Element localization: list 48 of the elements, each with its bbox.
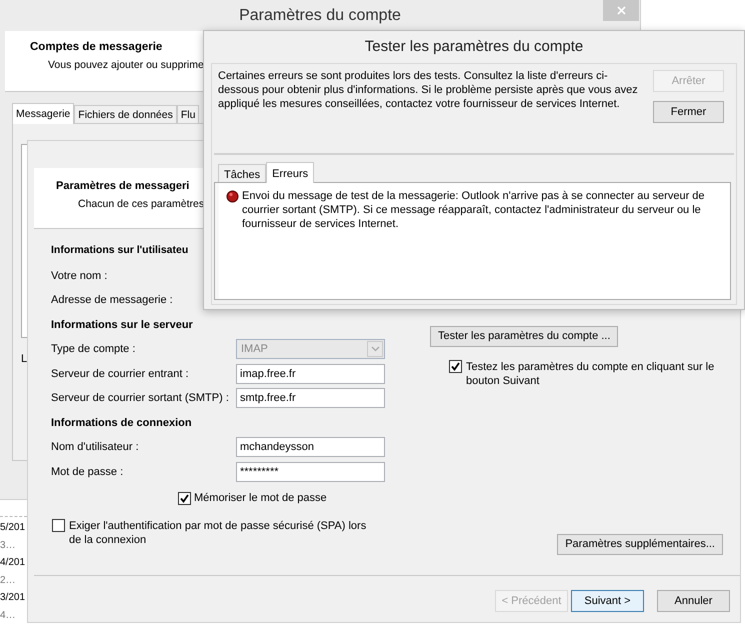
test-settings-button[interactable]: Tester les paramètres du compte ... xyxy=(430,326,618,347)
dialog-title: Tester les paramètres du compte xyxy=(364,36,584,57)
error-icon xyxy=(226,190,239,203)
field-label: Type de compte : xyxy=(51,342,136,357)
message-preview: 4… xyxy=(0,608,16,622)
chevron-down-icon xyxy=(370,346,380,352)
checkbox-label: Exiger l'authentification par mot de passe sécurisé (SPA) lors de la connexion xyxy=(69,518,368,546)
dialog-button[interactable]: Annuler xyxy=(657,590,730,612)
input-field[interactable]: mchandeysson xyxy=(236,437,385,458)
message-date: 4/201 xyxy=(0,556,26,570)
message-preview: 2… xyxy=(0,574,16,588)
tab[interactable]: Flu xyxy=(176,105,200,123)
field-label: Serveur de courrier entrant : xyxy=(51,366,190,382)
tab[interactable]: Erreurs xyxy=(266,162,314,183)
section-heading: Informations sur l'utilisateu xyxy=(51,243,188,258)
tab[interactable]: Messagerie xyxy=(12,103,74,124)
checkbox-label: Mémoriser le mot de passe xyxy=(194,491,327,506)
field-label: Serveur de courrier sortant (SMTP) : xyxy=(51,391,230,406)
dialog-button[interactable]: Suivant > xyxy=(571,590,644,612)
tab[interactable]: Fichiers de données xyxy=(74,105,177,123)
message-date: 5/201 xyxy=(0,521,26,535)
field-label: Nom d'utilisateur : xyxy=(51,440,140,455)
checkbox[interactable] xyxy=(52,518,65,532)
section-description: Vous pouvez ajouter ou supprime xyxy=(48,58,204,74)
message-preview: 3… xyxy=(0,538,16,552)
section-description: Chacun de ces paramètres xyxy=(78,196,204,212)
error-message: Envoi du message de test de la messagerie: Outlook n'arrive pas à se connecter au serveur de courrier sortant (SMTP). Si ce message réapparaît, contactez l'administrateur du serveur ou le fournisseur de services Internet. xyxy=(242,189,706,231)
checkbox-label: Testez les paramètres du compte en cliquant sur le bouton Suivant xyxy=(466,360,716,388)
field-label: Votre nom : xyxy=(51,268,108,284)
input-field[interactable]: ********* xyxy=(236,462,385,482)
dialog-button[interactable]: Fermer xyxy=(653,101,724,123)
close-icon xyxy=(616,6,626,15)
tab[interactable]: Tâches xyxy=(218,164,266,182)
checkbox[interactable] xyxy=(449,360,462,373)
field-label: Mot de passe : xyxy=(51,464,124,480)
message-date: 3/201 xyxy=(0,591,26,605)
window-title: Paramètres du compte xyxy=(239,6,401,26)
input-field[interactable]: imap.free.fr xyxy=(236,364,385,384)
section-heading: Informations de connexion xyxy=(51,416,192,430)
section-title: Paramètres de messageri xyxy=(56,179,190,194)
input-field[interactable]: smtp.free.fr xyxy=(236,388,385,408)
checkbox[interactable] xyxy=(178,492,191,505)
section-heading: Informations sur le serveur xyxy=(51,318,193,332)
section-title: Comptes de messagerie xyxy=(30,40,162,55)
status-message: Certaines erreurs se sont produites lors des tests. Consultez la liste d'erreurs ci-dessous pour obtenir plus d'informations. Si le problème persiste après que vous avez appliqué les mesures conseillées, contactez votre fournisseur de services Internet. xyxy=(217,69,639,112)
label-fragment: L xyxy=(21,352,28,367)
more-settings-button[interactable]: Paramètres supplémentaires... xyxy=(557,534,723,555)
field-label: Adresse de messagerie : xyxy=(51,293,174,308)
